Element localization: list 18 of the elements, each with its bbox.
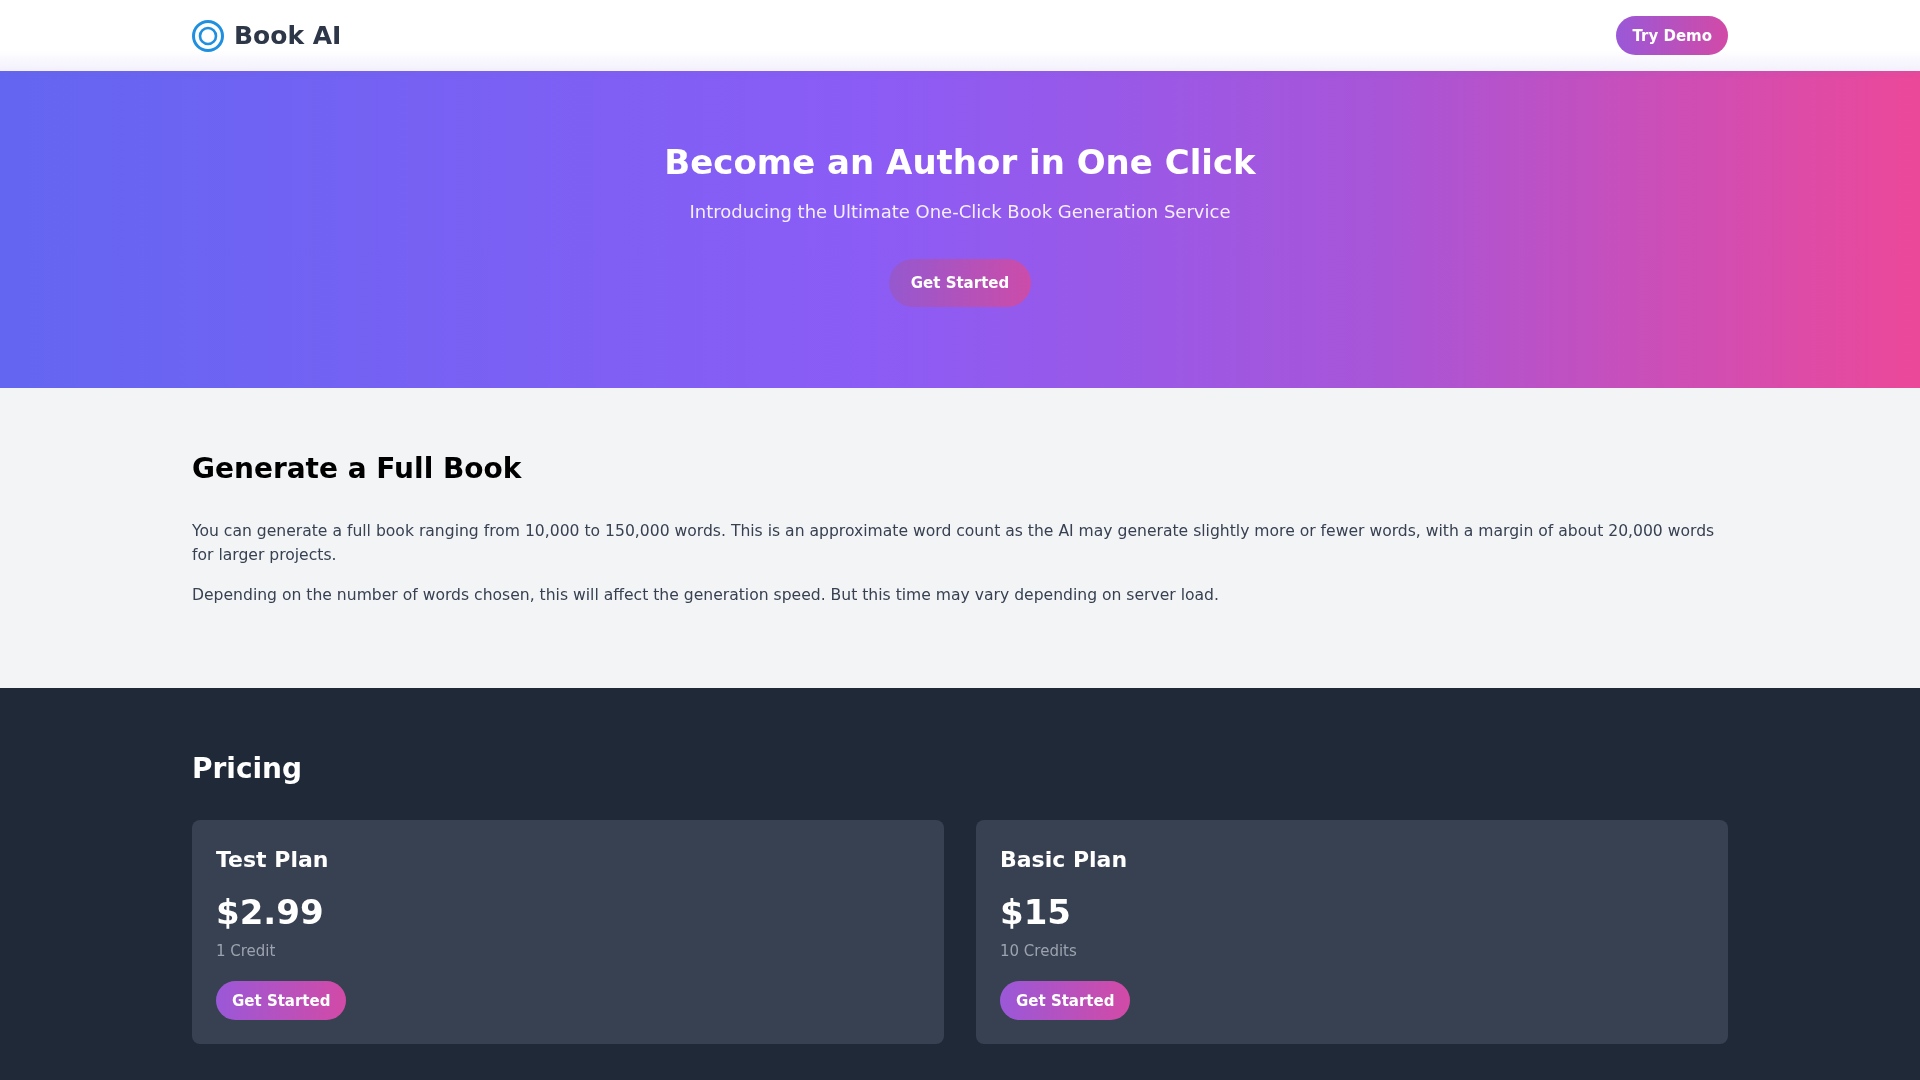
get-started-button[interactable]: Get Started [1000,981,1131,1020]
plan-name: Basic Plan [1000,846,1128,874]
plan-price: $2.99 [216,891,324,934]
section-heading: Generate a Full Book [192,451,523,487]
plan-credits: 1 Credit [216,941,276,961]
get-started-button[interactable]: Get Started [216,981,347,1020]
try-demo-button[interactable]: Try Demo [1616,16,1728,55]
plan-name: Test Plan [216,846,329,874]
plan-price: $15 [1000,891,1071,934]
paragraph: You can generate a full book ranging from 10,000 to 150,000 words. This is an approximate word count as the AI may generate slightly more or fewer words, with a margin of about 20,000 words for larger projects. [192,521,1716,566]
pricing-heading: Pricing [192,751,304,787]
plan-credits: 10 Credits [1000,941,1077,961]
hero-subtitle: Introducing the Ultimate One-Click Book Generation Service [689,200,1231,224]
get-started-button[interactable]: Get Started [888,259,1032,307]
paragraph: Depending on the number of words chosen, this will affect the generation speed. But this time may vary depending on server load. [192,585,1220,606]
logo-icon [192,19,224,52]
hero-title: Become an Author in One Click [664,141,1256,184]
logo-text[interactable]: Book AI [234,21,342,50]
